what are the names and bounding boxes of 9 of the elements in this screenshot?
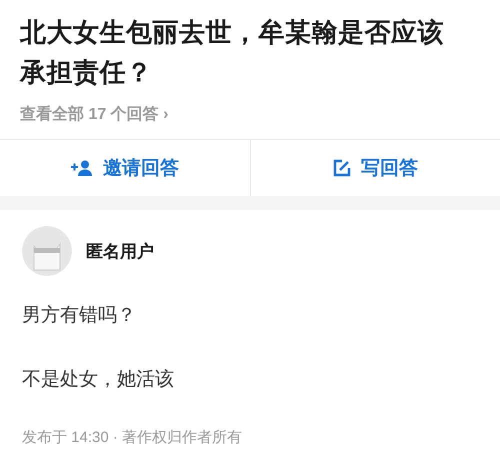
question-title: 北大女生包丽去世，牟某翰是否应该承担责任？	[20, 16, 445, 89]
add-user-icon	[70, 160, 93, 176]
answer-paragraph: 不是处女，她活该	[22, 368, 175, 392]
avatar[interactable]	[22, 226, 72, 276]
answer-meta: 发布于 14:30 · 著作权归作者所有	[22, 428, 244, 447]
view-all-answers-link[interactable]: 查看全部 17 个回答 ›	[20, 104, 168, 125]
edit-icon	[332, 159, 351, 177]
author-name[interactable]: 匿名用户	[86, 240, 154, 262]
answer-paragraph: 男方有错吗？	[22, 304, 137, 328]
